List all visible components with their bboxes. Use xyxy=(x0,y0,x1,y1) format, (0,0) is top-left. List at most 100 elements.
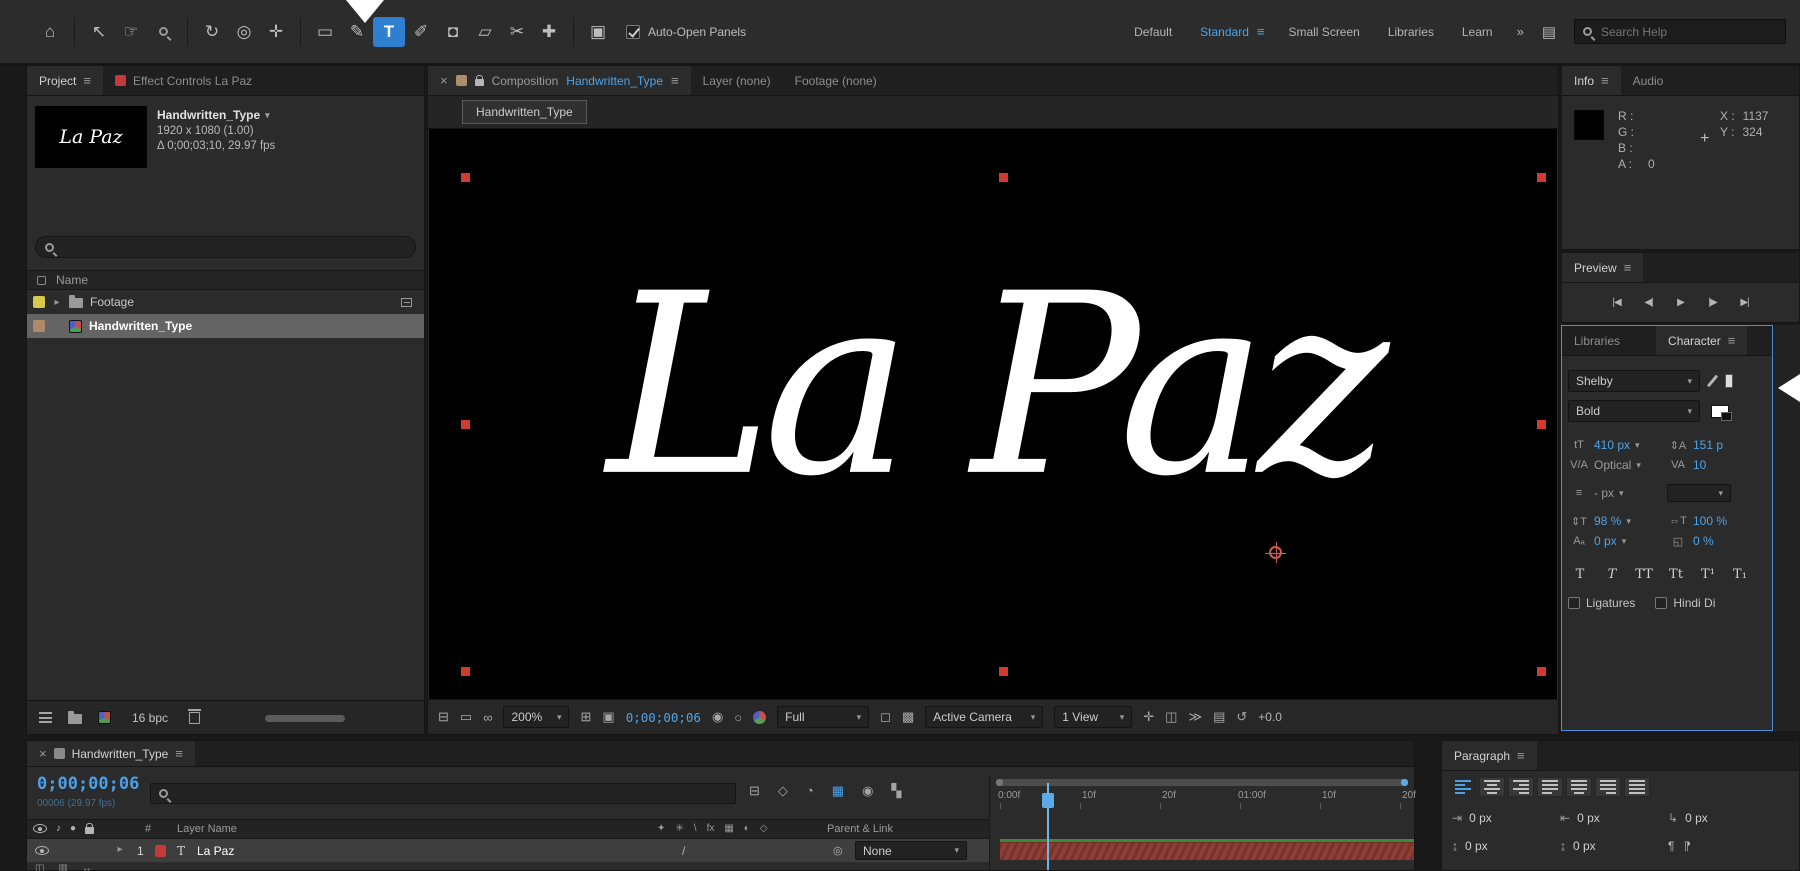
timeline-search-input[interactable] xyxy=(175,786,727,802)
tsume-value[interactable]: 0 % xyxy=(1693,534,1714,548)
tab-project[interactable]: Project ≡ xyxy=(27,66,103,95)
layer-row-la-paz[interactable]: ▸ 1 T La Paz / ◎ None ▾ xyxy=(27,839,989,863)
tab-layer[interactable]: Layer (none) xyxy=(691,66,783,95)
layer-label-chip[interactable] xyxy=(155,845,166,857)
three-d-switch-icon[interactable]: ◇ xyxy=(760,823,768,834)
project-row-handwritten-type[interactable]: ▸ Handwritten_Type xyxy=(27,314,424,338)
layer-name[interactable]: La Paz xyxy=(197,844,234,858)
subscript-button[interactable]: T₁ xyxy=(1728,564,1752,584)
grid-guides-icon[interactable]: ⊞ xyxy=(580,709,591,725)
workspace-small-screen[interactable]: Small Screen xyxy=(1274,25,1373,39)
close-tab-icon[interactable]: × xyxy=(39,746,47,761)
horizontal-scrollbar[interactable] xyxy=(265,715,345,722)
previous-frame-button[interactable]: ◀| xyxy=(1637,292,1661,312)
rectangle-tool-button[interactable]: ▭ xyxy=(309,17,341,47)
selection-handle[interactable] xyxy=(999,173,1008,182)
text-direction-rtl-icon[interactable]: ¶ xyxy=(1684,839,1690,853)
horizontal-scale-value[interactable]: 100 % xyxy=(1693,514,1727,528)
align-right-button[interactable] xyxy=(1508,777,1534,797)
character-panel-menu-icon[interactable]: ≡ xyxy=(1728,333,1736,348)
delete-icon[interactable] xyxy=(189,712,200,724)
tracking-value[interactable]: 10 xyxy=(1693,458,1706,472)
baseline-shift-field[interactable]: 0 px ▾ xyxy=(1594,534,1626,548)
graph-editor-icon[interactable]: ▚ xyxy=(891,783,901,799)
vertical-scale-field[interactable]: 98 % ▾ xyxy=(1594,514,1631,528)
auto-open-panels-checkbox[interactable] xyxy=(626,25,640,39)
toggle-transfer-controls-icon[interactable]: ▥ xyxy=(58,863,67,871)
tab-preview[interactable]: Preview ≡ xyxy=(1562,253,1643,282)
workspace-overflow-icon[interactable]: » xyxy=(1517,24,1524,39)
selected-item-name[interactable]: Handwritten_Type ▾ xyxy=(157,108,275,122)
transparency-grid-icon[interactable]: ▩ xyxy=(902,709,914,725)
work-area-start-handle[interactable] xyxy=(996,779,1003,786)
new-composition-icon[interactable] xyxy=(98,711,111,724)
interpret-footage-icon[interactable] xyxy=(39,712,52,723)
toggle-in-out-icon[interactable]: ↔ xyxy=(82,863,92,871)
hand-tool-button[interactable]: ☞ xyxy=(115,17,147,47)
puppet-pin-tool-button[interactable]: ✚ xyxy=(533,17,565,47)
timeline-search[interactable] xyxy=(150,783,736,804)
align-left-button[interactable] xyxy=(1450,777,1476,797)
eraser-tool-button[interactable]: ▱ xyxy=(469,17,501,47)
tab-info[interactable]: Info ≡ xyxy=(1562,66,1621,95)
space-before-field[interactable]: ↨ 0 px xyxy=(1452,839,1488,853)
project-panel-menu-icon[interactable]: ≡ xyxy=(83,73,91,88)
hindi-digits-checkbox[interactable] xyxy=(1655,597,1667,609)
draft-3d-icon[interactable]: ◇ xyxy=(778,783,788,799)
left-indent-field[interactable]: ⇥ 0 px xyxy=(1452,811,1492,825)
project-search-input[interactable] xyxy=(61,239,406,255)
playhead[interactable] xyxy=(1047,783,1049,870)
twirl-icon[interactable]: ▸ xyxy=(52,297,62,308)
playhead-grabber[interactable] xyxy=(1042,793,1054,808)
justify-all-button[interactable] xyxy=(1624,777,1650,797)
time-ruler[interactable]: 0:00f 10f 20f 01:00f 10f 20f xyxy=(989,775,1414,870)
frame-blend-switch-icon[interactable]: ▦ xyxy=(724,823,733,834)
mask-visibility-icon[interactable]: ▣ xyxy=(602,709,614,725)
stroke-width-field[interactable]: - px ▾ xyxy=(1594,486,1624,500)
layer-visibility-eye-icon[interactable] xyxy=(35,846,49,855)
view-layout-icon[interactable]: ✛ xyxy=(1143,709,1154,725)
justify-last-center-button[interactable] xyxy=(1566,777,1592,797)
stroke-style-select[interactable]: ▾ xyxy=(1667,484,1731,502)
right-indent-field[interactable]: ⇤ 0 px xyxy=(1560,811,1600,825)
region-of-interest-icon[interactable]: ◻ xyxy=(880,709,891,725)
exposure-value[interactable]: +0.0 xyxy=(1258,710,1282,724)
text-direction-ltr-icon[interactable]: ¶ xyxy=(1668,839,1674,853)
font-style-select[interactable]: Bold ▾ xyxy=(1568,400,1700,422)
font-size-field[interactable]: 410 px ▾ xyxy=(1594,438,1640,452)
show-channels-icon[interactable] xyxy=(753,711,766,724)
viewer-timecode[interactable]: 0;00;00;06 xyxy=(626,710,701,725)
parent-link-select[interactable]: None ▾ xyxy=(855,841,967,860)
workspace-default[interactable]: Default xyxy=(1120,25,1186,39)
current-time-display[interactable]: 0;00;00;06 xyxy=(37,774,139,794)
label-chip-sandstone[interactable] xyxy=(33,320,45,332)
label-chip-yellow[interactable] xyxy=(33,296,45,308)
superscript-button[interactable]: T¹ xyxy=(1696,564,1720,584)
color-swatch-partial[interactable] xyxy=(1725,374,1733,388)
color-depth-button[interactable]: 16 bpc xyxy=(127,709,173,727)
selection-handle[interactable] xyxy=(461,420,470,429)
selection-handle[interactable] xyxy=(461,173,470,182)
tab-footage[interactable]: Footage (none) xyxy=(783,66,889,95)
justify-last-right-button[interactable] xyxy=(1595,777,1621,797)
timeline-nav-icon[interactable]: ▤ xyxy=(1213,709,1225,725)
stereo-3d-icon[interactable]: ∞ xyxy=(483,710,492,725)
close-tab-icon[interactable]: × xyxy=(440,73,448,88)
project-row-footage[interactable]: ▸ Footage xyxy=(27,290,424,314)
font-family-select[interactable]: Shelby ▾ xyxy=(1568,370,1700,392)
home-tool-button[interactable]: ⌂ xyxy=(34,17,66,47)
eyedropper-icon[interactable] xyxy=(1707,375,1718,388)
play-button[interactable]: ▶ xyxy=(1669,292,1693,312)
magnification-select[interactable]: 200% ▾ xyxy=(503,706,569,728)
help-search-input[interactable] xyxy=(1599,24,1777,40)
audio-column-icon[interactable]: ♪ xyxy=(56,823,61,834)
first-frame-button[interactable]: |◀ xyxy=(1605,292,1629,312)
brush-tool-button[interactable]: ✐ xyxy=(405,17,437,47)
layer-name-column-header[interactable]: Layer Name xyxy=(177,823,237,835)
unified-camera-tool-button[interactable]: ◎ xyxy=(228,17,260,47)
mini-flowchart-icon[interactable]: ⊟ xyxy=(749,783,760,799)
all-caps-button[interactable]: TT xyxy=(1632,564,1656,584)
pan-behind-tool-button[interactable]: ✛ xyxy=(260,17,292,47)
label-column-icon[interactable] xyxy=(37,276,46,285)
selection-handle[interactable] xyxy=(1537,173,1546,182)
